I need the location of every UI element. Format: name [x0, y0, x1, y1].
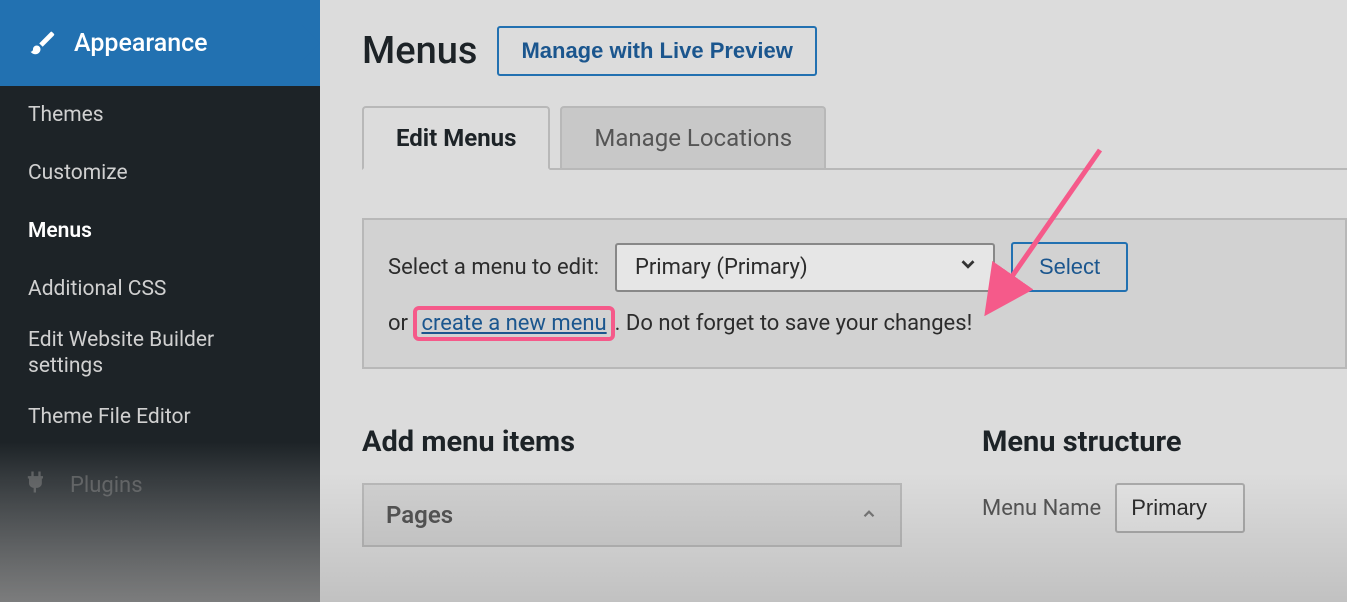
select-button[interactable]: Select [1011, 242, 1128, 292]
sidebar-item-appearance[interactable]: Appearance [0, 0, 320, 86]
sidebar-item-plugins[interactable]: Plugins [0, 454, 320, 516]
menu-select-panel: Select a menu to edit: Primary (Primary)… [362, 218, 1347, 369]
sidebar-subitem-website-builder[interactable]: Edit Website Builder settings [0, 318, 320, 388]
menu-columns: Add menu items Pages Menu structure Menu… [362, 425, 1347, 547]
sidebar-subitem-customize[interactable]: Customize [0, 144, 320, 202]
pages-accordion[interactable]: Pages [362, 483, 902, 547]
sidebar-item-label: Appearance [74, 29, 208, 58]
add-menu-items-column: Add menu items Pages [362, 425, 902, 547]
add-items-title: Add menu items [362, 425, 902, 459]
tabs-nav: Edit Menus Manage Locations [362, 106, 1347, 170]
menu-name-label: Menu Name [982, 496, 1101, 521]
accordion-label: Pages [386, 501, 453, 529]
dropdown-value: Primary (Primary) [635, 255, 808, 280]
brush-icon [26, 26, 60, 60]
structure-title: Menu structure [982, 425, 1245, 459]
plug-icon [22, 468, 56, 502]
tab-edit-menus[interactable]: Edit Menus [362, 106, 550, 170]
select-menu-label: Select a menu to edit: [388, 255, 599, 280]
annotation-highlight: create a new menu [413, 306, 614, 341]
tab-manage-locations[interactable]: Manage Locations [560, 106, 826, 168]
live-preview-button[interactable]: Manage with Live Preview [497, 26, 816, 76]
admin-sidebar: Appearance Themes Customize Menus Additi… [0, 0, 320, 602]
page-header: Menus Manage with Live Preview [362, 26, 1347, 76]
sidebar-subitem-theme-file-editor[interactable]: Theme File Editor [0, 388, 320, 446]
after-create-text: . Do not forget to save your changes! [615, 311, 973, 336]
menu-name-input[interactable] [1115, 483, 1245, 533]
sidebar-subitem-additional-css[interactable]: Additional CSS [0, 260, 320, 318]
menu-structure-column: Menu structure Menu Name [982, 425, 1245, 547]
create-new-menu-link[interactable]: create a new menu [421, 311, 606, 336]
sidebar-subitem-themes[interactable]: Themes [0, 86, 320, 144]
page-title: Menus [362, 29, 477, 73]
chevron-down-icon [957, 253, 979, 281]
or-text: or [388, 311, 413, 336]
main-content: Menus Manage with Live Preview Edit Menu… [320, 0, 1347, 602]
sidebar-subitem-menus[interactable]: Menus [0, 202, 320, 260]
menu-dropdown[interactable]: Primary (Primary) [615, 243, 995, 292]
chevron-up-icon [860, 501, 878, 529]
